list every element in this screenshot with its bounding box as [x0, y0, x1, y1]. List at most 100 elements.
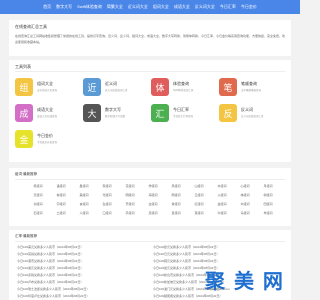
- word-link[interactable]: 木组词: [234, 202, 256, 208]
- rate-link[interactable]: 今日100英镑兑换多少人民币（2024年08月22日）: [17, 252, 147, 258]
- tool-name: 今日汇率: [173, 107, 189, 112]
- word-link[interactable]: 春组词: [50, 193, 72, 199]
- word-link[interactable]: 青组词: [165, 202, 187, 208]
- word-link[interactable]: 开组词: [119, 202, 141, 208]
- word-link[interactable]: 耳组词: [188, 211, 210, 217]
- word-link[interactable]: 海组词: [142, 193, 164, 199]
- word-link[interactable]: 光组词: [96, 193, 118, 199]
- tool-description: Swift体验查询工具: [173, 89, 194, 92]
- divider: [15, 241, 285, 242]
- word-link[interactable]: 美组词: [73, 193, 95, 199]
- word-link[interactable]: 笑组词: [27, 184, 49, 190]
- tool-tile[interactable]: 组组词大全 汉字组词大全查询: [15, 78, 81, 100]
- word-link[interactable]: 红组词: [188, 202, 210, 208]
- tool-name: 体验查询: [173, 81, 189, 86]
- word-link[interactable]: 字组词: [50, 202, 72, 208]
- word-link[interactable]: 山组词: [188, 184, 210, 190]
- tool-description: 成语大全在线查询: [37, 115, 58, 118]
- word-link[interactable]: 天组词: [27, 193, 49, 199]
- nav-item-idioms[interactable]: 成语大全: [174, 4, 190, 10]
- tool-icon: 笔: [219, 78, 237, 96]
- words-card: 组词·最新推荐 笑组词 语组词 星组词 家组词 花组词 学组词 风组词 山组词 水组词 心组词 月组…: [9, 168, 291, 226]
- word-link[interactable]: 火组词: [211, 193, 233, 199]
- tool-tile[interactable]: 体体验查询 Swift体验查询工具: [151, 78, 217, 100]
- rate-link[interactable]: 今日100澳元兑换多少人民币（2024年08月22日）: [17, 266, 147, 272]
- rate-link[interactable]: 今日100日元兑换多少人民币（2024年08月22日）: [153, 252, 283, 258]
- rate-link[interactable]: 今日100港币兑换多少人民币（2024年08月22日）: [17, 259, 147, 265]
- tool-icon: 反: [219, 104, 237, 122]
- rate-link[interactable]: 今日100泰铢兑换多少人民币（2024年08月22日）: [17, 273, 147, 279]
- tool-icon: 金: [15, 130, 33, 148]
- word-link[interactable]: 语组词: [50, 184, 72, 190]
- word-link[interactable]: 花组词: [119, 184, 141, 190]
- nav-item-home[interactable]: 首页: [43, 4, 51, 10]
- nav-item-exchange-rate[interactable]: 今日汇率: [220, 4, 236, 10]
- word-link[interactable]: 家组词: [96, 184, 118, 190]
- tool-name: 成语大全: [37, 107, 53, 112]
- word-link[interactable]: 月组词: [257, 184, 279, 190]
- word-link[interactable]: 人组词: [73, 211, 95, 217]
- word-link[interactable]: 白组词: [142, 202, 164, 208]
- rate-link[interactable]: 今日100美元兑换多少人民币（2024年08月22日）: [17, 245, 147, 251]
- word-link[interactable]: 学组词: [142, 184, 164, 190]
- tool-tile[interactable]: 反反义词 反义词在线查询工具: [219, 104, 285, 126]
- top-nav: 首页 数字大写 Swift体验查询 简繁大全 近义词大全 组词大全 成语大全 反…: [0, 0, 300, 14]
- tool-tile[interactable]: 笔笔顺查询 汉字笔顺笔画查询: [219, 78, 285, 100]
- intro-card: 在线查询汇总工具 在线查询汇总工具网站收集和整理了常用的在线工具，提供汉字查询、…: [9, 20, 291, 56]
- tools-card: 工具列表 组组词大全 汉字组词大全查询近近义词 近义词在线查询工具体体验查询 Swif…: [9, 60, 291, 162]
- tool-description: 今日黄金价格查询: [37, 141, 58, 144]
- tool-icon: 近: [83, 78, 101, 96]
- word-link[interactable]: 金组词: [211, 202, 233, 208]
- watermark-url: www.jumeiw.com: [207, 287, 230, 291]
- word-link[interactable]: 云组词: [188, 193, 210, 199]
- site-watermark: 聚 美 网 www.jumeiw.com: [205, 265, 291, 293]
- nav-item-synonyms[interactable]: 近义词大全: [128, 4, 148, 10]
- tool-tile[interactable]: 大数字大写 数字转换大写金额: [83, 104, 149, 126]
- word-link[interactable]: 土组词: [50, 211, 72, 217]
- word-link[interactable]: 马组词: [234, 211, 256, 217]
- word-link[interactable]: 羊组词: [257, 211, 279, 217]
- nav-item-number-upper[interactable]: 数字大写: [56, 4, 72, 10]
- word-link[interactable]: 石组词: [27, 211, 49, 217]
- tool-name: 今日金价: [37, 133, 53, 138]
- word-link[interactable]: 林组词: [234, 193, 256, 199]
- word-link[interactable]: 星组词: [73, 184, 95, 190]
- nav-item-experience[interactable]: Swift体验查询: [77, 4, 102, 10]
- tool-name: 组词大全: [37, 81, 53, 86]
- tool-name: 数字大写: [105, 107, 121, 112]
- tool-description: 数字转换大写金额: [105, 115, 126, 118]
- tool-tile[interactable]: 金今日金价今日黄金价格查询: [15, 130, 81, 152]
- nav-item-antonyms[interactable]: 反义词大全: [195, 4, 215, 10]
- word-link[interactable]: 心组词: [234, 184, 256, 190]
- word-link[interactable]: 生组词: [96, 202, 118, 208]
- word-link[interactable]: 水组词: [211, 184, 233, 190]
- tool-tile[interactable]: 近近义词 近义词在线查询工具: [83, 78, 149, 100]
- rate-link[interactable]: 今日100瑞士法郎兑换多少人民币（2024年08月22日）: [17, 287, 147, 293]
- word-link[interactable]: 明组词: [119, 193, 141, 199]
- rate-link[interactable]: 今日100印度卢比兑换多少人民币（2024年08月22日）: [17, 294, 147, 300]
- nav-item-gold-price[interactable]: 今日金价: [241, 4, 257, 10]
- rate-link[interactable]: 今日100欧元兑换多少人民币（2024年08月22日）: [153, 245, 283, 251]
- tool-icon: 组: [15, 78, 33, 96]
- word-link[interactable]: 口组词: [96, 211, 118, 217]
- word-link[interactable]: 足组词: [142, 211, 164, 217]
- word-link[interactable]: 雨组词: [165, 193, 187, 199]
- nav-item-simplified-traditional[interactable]: 简繁大全: [107, 4, 123, 10]
- tool-tile[interactable]: 成成语大全 成语大全在线查询: [15, 104, 81, 126]
- tool-tile[interactable]: 汇今日汇率 今日外汇汇率查询: [151, 104, 217, 126]
- rate-link[interactable]: 今日100卢布兑换多少人民币（2024年08月22日）: [17, 280, 147, 286]
- nav-item-words[interactable]: 组词大全: [153, 4, 169, 10]
- word-link[interactable]: 手组词: [119, 211, 141, 217]
- word-link[interactable]: 田组词: [257, 202, 279, 208]
- rate-link[interactable]: 今日100越南盾兑换多少人民币（2024年08月22日）: [153, 294, 283, 300]
- word-link[interactable]: 言组词: [73, 202, 95, 208]
- tool-description: 近义词在线查询工具: [105, 89, 128, 92]
- word-link[interactable]: 牛组词: [211, 211, 233, 217]
- word-link[interactable]: 目组词: [165, 211, 187, 217]
- word-link[interactable]: 风组词: [165, 184, 187, 190]
- word-link[interactable]: 树组词: [257, 193, 279, 199]
- word-link[interactable]: 书组词: [27, 202, 49, 208]
- tool-description: 今日外汇汇率查询: [173, 115, 194, 118]
- words-title: 组词·最新推荐: [15, 172, 38, 176]
- tool-name: 反义词: [241, 107, 253, 112]
